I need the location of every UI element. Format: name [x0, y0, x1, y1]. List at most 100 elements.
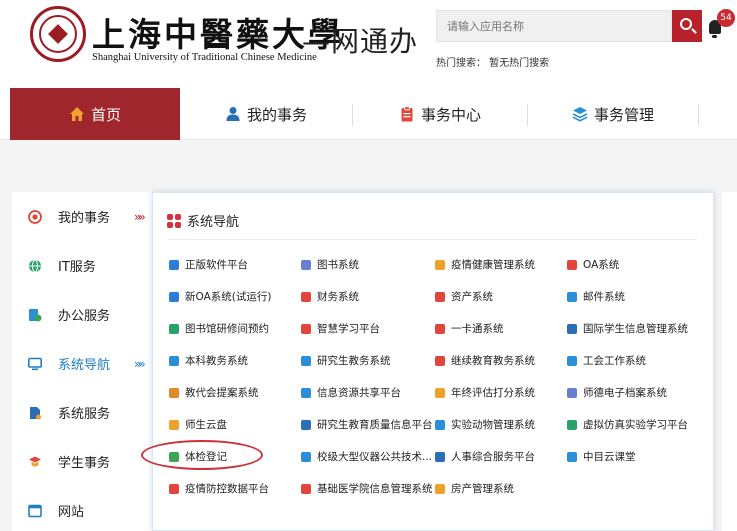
- service-link[interactable]: 国际学生信息管理系统: [567, 321, 688, 336]
- service-label: 人事综合服务平台: [451, 451, 535, 463]
- service-link[interactable]: 信息资源共享平台: [301, 385, 401, 400]
- grid-icon: [167, 213, 181, 228]
- hot-search-text: 热门搜索： 暂无热门搜索: [436, 58, 550, 69]
- service-label: 疫情防控数据平台: [185, 483, 269, 495]
- service-icon: [435, 291, 445, 302]
- service-link[interactable]: 疫情健康管理系统: [435, 257, 535, 272]
- service-label: 资产系统: [451, 291, 493, 303]
- service-label: 智慧学习平台: [317, 323, 380, 335]
- service-link[interactable]: 一卡通系统: [435, 321, 504, 336]
- page: 上海中醫藥大學 Shanghai University of Tradition…: [0, 0, 737, 531]
- service-icon: [567, 419, 577, 430]
- service-link[interactable]: OA系统: [567, 257, 619, 272]
- service-icon: [301, 387, 311, 398]
- nav-tab-affairs-management[interactable]: 事务管理: [528, 88, 698, 140]
- service-label: 疫情健康管理系统: [451, 259, 535, 271]
- university-seal-logo[interactable]: [30, 6, 86, 62]
- home-icon: [69, 107, 84, 121]
- service-label: 新OA系统(试运行): [185, 291, 272, 303]
- sidebar-item-label: 我的事务: [58, 211, 111, 226]
- service-icon: [169, 483, 179, 494]
- service-link[interactable]: 正版软件平台: [169, 257, 248, 272]
- service-link[interactable]: 教代会提案系统: [169, 385, 259, 400]
- service-icon: [567, 259, 577, 270]
- service-label: 继续教育教务系统: [451, 355, 535, 367]
- sidebar-item-system-services[interactable]: 系统服务: [12, 388, 152, 437]
- service-label: 中目云课堂: [583, 451, 636, 463]
- service-link[interactable]: 师生云盘: [169, 417, 227, 432]
- sidebar-item-system-nav[interactable]: 系统导航 »»: [12, 339, 152, 388]
- service-label: 正版软件平台: [185, 259, 248, 271]
- service-link[interactable]: 中目云课堂: [567, 449, 636, 464]
- sidebar-item-label: IT服务: [58, 260, 96, 275]
- service-link[interactable]: 校级大型仪器公共技术...: [301, 449, 432, 464]
- service-icon: [435, 483, 445, 494]
- service-link[interactable]: 研究生教育质量信息平台: [301, 417, 433, 432]
- nav-tab-affairs-center[interactable]: 事务中心: [353, 88, 527, 140]
- nav-tab-home[interactable]: 首页: [10, 88, 180, 140]
- right-panel-edge: [722, 192, 737, 531]
- sidebar-item-my-affairs[interactable]: 我的事务 »»: [12, 192, 152, 241]
- service-icon: [301, 419, 311, 430]
- service-icon: [567, 323, 577, 334]
- service-label: 本科教务系统: [185, 355, 248, 367]
- service-link[interactable]: 财务系统: [301, 289, 359, 304]
- service-link[interactable]: 智慧学习平台: [301, 321, 380, 336]
- sidebar-item-office-services[interactable]: 办公服务: [12, 290, 152, 339]
- service-link[interactable]: 人事综合服务平台: [435, 449, 535, 464]
- office-icon: [29, 308, 42, 321]
- nav-tab-label: 事务管理: [593, 105, 654, 124]
- panel-header: 系统导航: [167, 211, 239, 230]
- service-icon: [435, 323, 445, 334]
- service-link[interactable]: 实验动物管理系统: [435, 417, 535, 432]
- sidebar-item-website[interactable]: 网站: [12, 486, 152, 531]
- service-label: 师德电子档案系统: [583, 387, 667, 399]
- service-label: 图书馆研修间预约: [185, 323, 269, 335]
- service-link[interactable]: 师德电子档案系统: [567, 385, 667, 400]
- service-label: OA系统: [583, 259, 620, 271]
- service-label: 图书系统: [317, 259, 359, 271]
- service-link[interactable]: 研究生教务系统: [301, 353, 391, 368]
- search-box: [436, 10, 672, 42]
- service-link[interactable]: 资产系统: [435, 289, 493, 304]
- service-link[interactable]: 疫情防控数据平台: [169, 481, 269, 496]
- user-icon: [226, 107, 240, 121]
- service-link[interactable]: 继续教育教务系统: [435, 353, 535, 368]
- service-icon: [169, 419, 179, 430]
- service-link[interactable]: 工会工作系统: [567, 353, 646, 368]
- service-label: 一卡通系统: [451, 323, 504, 335]
- service-label: 校级大型仪器公共技术...: [317, 451, 433, 463]
- service-link[interactable]: 图书馆研修间预约: [169, 321, 269, 336]
- sidebar-item-it-services[interactable]: IT服务: [12, 241, 152, 290]
- service-icon: [567, 387, 577, 398]
- service-link[interactable]: 虚拟仿真实验学习平台: [567, 417, 688, 432]
- sidebar-item-label: 系统导航: [58, 358, 111, 373]
- main-nav: 首页 我的事务 事务中心 事务管理: [0, 88, 737, 140]
- service-icon: [301, 483, 311, 494]
- chevron-right-icon: »»: [134, 209, 146, 224]
- service-icon: [169, 387, 179, 398]
- service-icon: [435, 387, 445, 398]
- service-icon: [435, 355, 445, 366]
- nav-separator: [698, 104, 699, 126]
- service-link[interactable]: 房产管理系统: [435, 481, 514, 496]
- service-icon: [435, 451, 445, 462]
- nav-tab-my-affairs[interactable]: 我的事务: [180, 88, 352, 140]
- search-input[interactable]: [437, 11, 671, 41]
- service-icon: [169, 259, 179, 270]
- service-link[interactable]: 邮件系统: [567, 289, 625, 304]
- sidebar-item-student-affairs[interactable]: 学生事务: [12, 437, 152, 486]
- service-link[interactable]: 新OA系统(试运行): [169, 289, 271, 304]
- service-link[interactable]: 年终评估打分系统: [435, 385, 535, 400]
- service-link[interactable]: 图书系统: [301, 257, 359, 272]
- monitor-icon: [28, 357, 42, 370]
- service-label: 工会工作系统: [583, 355, 646, 367]
- service-label: 教代会提案系统: [185, 387, 259, 399]
- search-button[interactable]: [672, 10, 702, 42]
- service-label: 邮件系统: [583, 291, 625, 303]
- service-label: 财务系统: [317, 291, 359, 303]
- service-link[interactable]: 基础医学院信息管理系统: [301, 481, 433, 496]
- notification-badge[interactable]: 54: [717, 9, 735, 27]
- search-icon-handle: [691, 28, 697, 34]
- service-link[interactable]: 本科教务系统: [169, 353, 248, 368]
